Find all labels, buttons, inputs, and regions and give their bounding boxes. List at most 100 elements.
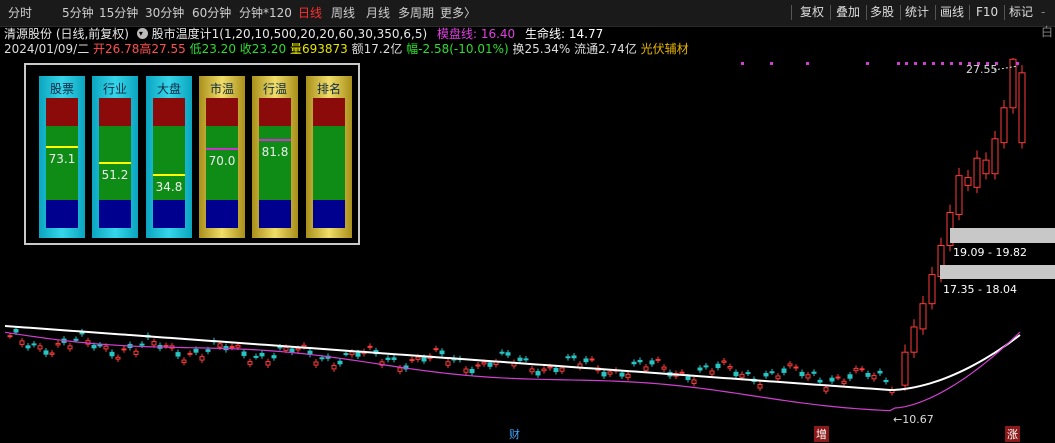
toolbar-tail: -白: [1041, 5, 1054, 39]
candle-body: [277, 346, 283, 349]
tab-30min[interactable]: 30分钟: [145, 4, 184, 22]
gauge-2: 行业 51.2: [92, 76, 138, 238]
tab-multi-period[interactable]: 多周期: [398, 4, 434, 22]
candle-body: [817, 379, 823, 383]
tab-15min[interactable]: 15分钟: [99, 4, 138, 22]
candle-body: [829, 377, 835, 382]
finance-badge[interactable]: 财: [507, 426, 522, 442]
candle-body: [883, 379, 889, 383]
gauge-segment-blue: [206, 200, 238, 228]
candle-body: [433, 348, 439, 351]
candle-body: [757, 384, 763, 389]
candle-body: [229, 345, 235, 348]
rise-badge[interactable]: 涨: [1005, 426, 1020, 442]
close-value: 收23.20: [239, 42, 287, 56]
candle-body: [637, 359, 643, 363]
chevron-down-icon[interactable]: ▾: [136, 28, 148, 39]
candle-body: [811, 371, 817, 374]
ohlc-info-line: 2024/01/09/二 开26.78高27.55 低23.20 收23.20 …: [4, 41, 689, 57]
candle-body: [691, 379, 697, 384]
candle-body: [151, 341, 157, 346]
signal-dot: [741, 62, 744, 65]
candle-body: [703, 365, 709, 368]
cost-line-value: 模盘线: 16.40: [436, 27, 516, 41]
candle-body: [235, 344, 241, 348]
mark-button[interactable]: 标记: [1005, 2, 1037, 22]
stock-name: 清源股份 (日线,前复权): [4, 27, 129, 41]
turnover-value: 换25.34%: [512, 42, 571, 56]
tab-120min[interactable]: 分钟*120: [239, 4, 292, 22]
candle-body: [181, 359, 187, 363]
signal-dot: [866, 62, 869, 65]
candle-body: [301, 344, 307, 348]
candle-body: [853, 367, 859, 372]
increase-badge[interactable]: 增: [814, 426, 829, 442]
gauge-title: 股票: [49, 82, 74, 96]
candle-body: [241, 351, 247, 356]
gauge-value: 81.8: [261, 145, 289, 159]
candle-body: [331, 364, 337, 370]
candle-body: [559, 367, 565, 372]
candle-body: [415, 356, 421, 360]
multi-stock-button[interactable]: 多股: [866, 2, 898, 22]
bar-date: 2024/01/09/二: [4, 42, 90, 56]
statistics-button[interactable]: 统计: [901, 2, 933, 22]
candle-body: [823, 387, 829, 392]
gauge-segment-red: [99, 98, 131, 126]
candle-body: [775, 375, 781, 380]
low-value: 低23.20: [189, 42, 236, 56]
candle-body: [793, 366, 799, 369]
signal-dot: [914, 62, 917, 65]
overlay-button[interactable]: 叠加: [832, 2, 864, 22]
low-price-label: ←10.67: [893, 413, 934, 426]
candle-body: [67, 345, 73, 350]
tab-fenshi[interactable]: 分时: [8, 4, 32, 22]
gauge-level-mark: [153, 174, 185, 176]
tab-5min[interactable]: 5分钟: [62, 4, 94, 22]
chevron-right-icon: 〉: [464, 6, 477, 20]
gauge-level-mark: [46, 146, 78, 148]
gauge-1: 股票 73.1: [39, 76, 85, 238]
rally-candle-body: [928, 274, 936, 305]
candle-body: [619, 372, 625, 377]
candle-body: [283, 346, 289, 351]
open-value: 开26.78: [93, 42, 140, 56]
signal-dot: [959, 62, 962, 65]
candle-body: [175, 352, 181, 357]
candle-body: [463, 368, 469, 373]
life-line-value: 生命线: 14.77: [525, 27, 604, 41]
tab-60min[interactable]: 60分钟: [192, 4, 231, 22]
tab-monthly[interactable]: 月线: [366, 4, 390, 22]
draw-line-button[interactable]: 画线: [936, 2, 968, 22]
candle-body: [91, 344, 97, 349]
fuquan-button[interactable]: 复权: [796, 2, 828, 22]
candle-body: [319, 357, 325, 360]
candle-body: [7, 335, 13, 338]
f10-button[interactable]: F10: [972, 2, 1002, 22]
candle-body: [31, 343, 37, 346]
candle-body: [643, 366, 649, 371]
candle-body: [265, 361, 271, 366]
gauge-segment-blue: [153, 200, 185, 228]
candle-body: [841, 380, 847, 385]
gauge-value: 73.1: [48, 152, 76, 166]
rally-candle-body: [1018, 72, 1026, 144]
candle-body: [475, 364, 481, 367]
amount-value: 额17.2亿: [351, 42, 403, 56]
signal-dot: [950, 62, 953, 65]
candle-body: [313, 361, 319, 366]
tab-more[interactable]: 更多〉: [440, 4, 476, 22]
gauge-segment-red: [259, 98, 291, 126]
tab-daily[interactable]: 日线: [298, 4, 322, 22]
float-value: 流通2.74亿: [574, 42, 637, 56]
gauge-segment-blue: [259, 200, 291, 228]
indicator-info-line: 清源股份 (日线,前复权) ▾ 股市温度计1(1,20,10,500,20,20…: [4, 26, 603, 42]
candle-body: [523, 358, 529, 361]
tab-weekly[interactable]: 周线: [331, 4, 355, 22]
candle-body: [697, 367, 703, 371]
concept-tag[interactable]: 光伏辅材: [641, 42, 689, 56]
candle-body: [37, 345, 43, 350]
change-value: 幅-2.58(-10.01%): [406, 42, 509, 56]
candle-body: [847, 374, 853, 379]
gauge-value: 34.8: [155, 180, 183, 194]
